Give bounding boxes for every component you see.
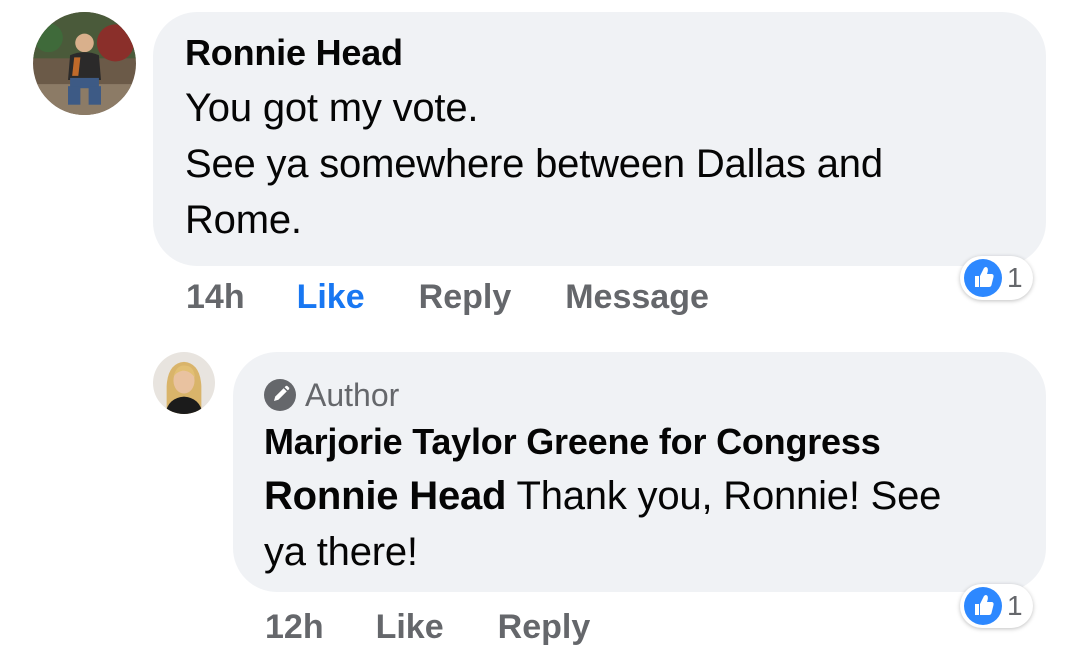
comment-line: See ya somewhere between Dallas and — [185, 142, 883, 186]
pencil-icon — [264, 379, 296, 411]
comment-line: You got my vote. — [185, 86, 479, 130]
reply-author-name[interactable]: Marjorie Taylor Greene for Congress — [264, 420, 1016, 464]
reaction-count: 1 — [1007, 262, 1023, 293]
comment-text: You got my vote. See ya somewhere betwee… — [185, 80, 1014, 248]
reply-text: Ronnie Head Thank you, Ronnie! See ya th… — [264, 468, 1016, 580]
reply-button[interactable]: Reply — [498, 608, 591, 647]
author-badge-label: Author — [305, 377, 400, 413]
reply-actions: 12h Like Reply — [265, 605, 644, 649]
message-button[interactable]: Message — [565, 278, 709, 317]
reaction-summary[interactable]: 1 — [960, 584, 1033, 628]
like-button[interactable]: Like — [376, 608, 444, 647]
reply-text-line: Thank you, Ronnie! See — [506, 474, 942, 518]
thumbs-up-icon — [964, 259, 1002, 297]
reply-timestamp[interactable]: 12h — [265, 608, 324, 647]
comment-timestamp[interactable]: 14h — [186, 278, 245, 317]
comment-actions: 14h Like Reply Message — [186, 275, 763, 319]
profile-photo — [33, 12, 136, 115]
thumbs-up-icon — [964, 587, 1002, 625]
avatar-page[interactable] — [153, 352, 215, 414]
comment-line: Rome. — [185, 198, 302, 242]
reply-button[interactable]: Reply — [419, 278, 512, 317]
mention-link[interactable]: Ronnie Head — [264, 474, 506, 518]
reaction-count: 1 — [1007, 590, 1023, 621]
comment-author-name[interactable]: Ronnie Head — [185, 32, 1014, 74]
like-button[interactable]: Like — [297, 278, 365, 317]
comment-bubble[interactable]: Ronnie Head You got my vote. See ya some… — [153, 12, 1046, 266]
reply-text-line: ya there! — [264, 530, 418, 574]
reaction-summary[interactable]: 1 — [960, 256, 1033, 300]
avatar-ronnie-head[interactable] — [33, 12, 136, 115]
reply-bubble[interactable]: Author Marjorie Taylor Greene for Congre… — [233, 352, 1046, 592]
profile-photo — [153, 352, 215, 414]
author-badge: Author — [264, 376, 1016, 414]
